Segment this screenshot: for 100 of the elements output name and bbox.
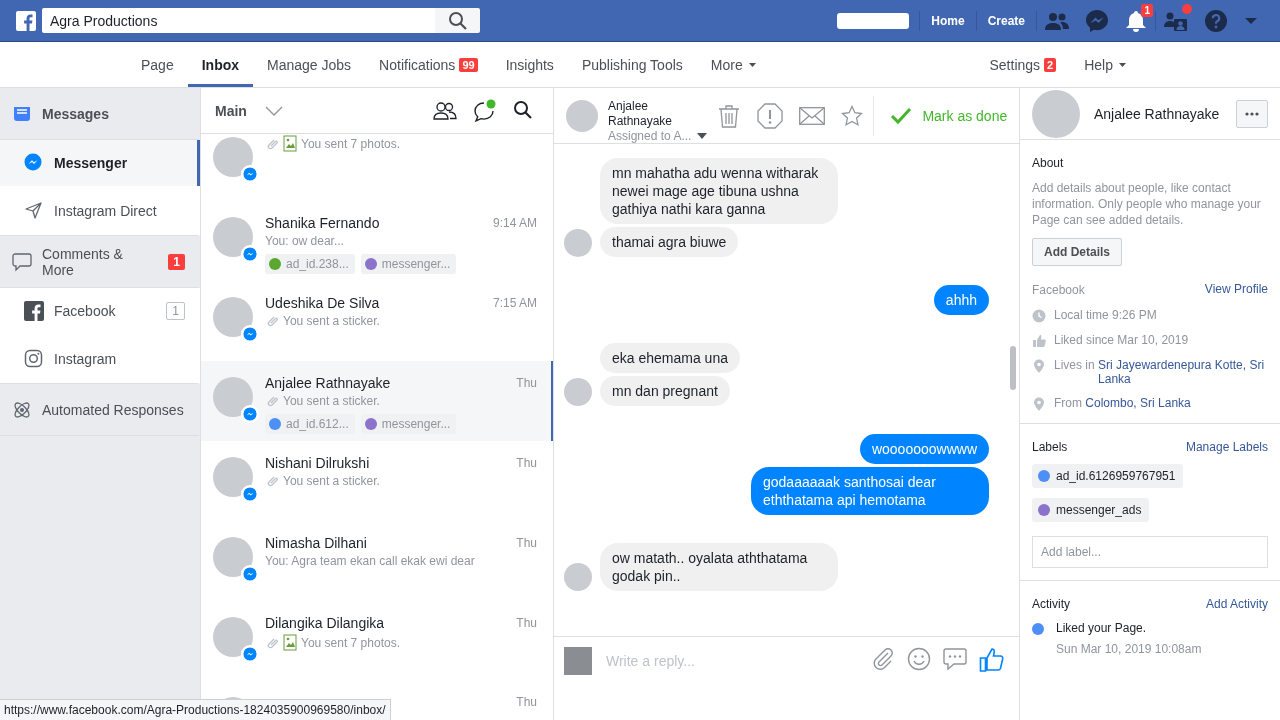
- message-time: 9:14 AM: [492, 216, 537, 230]
- trash-icon[interactable]: [717, 103, 742, 128]
- view-profile-link[interactable]: View Profile: [1204, 282, 1268, 298]
- avatar: [564, 229, 592, 257]
- message-bubble: mn mahatha adu wenna witharak newei mage age tibuna ushna gathiya nathi kara ganna: [600, 158, 838, 224]
- search-icon: [447, 10, 468, 31]
- sidebar-item[interactable]: Messenger: [0, 140, 200, 186]
- sidebar-item[interactable]: Instagram Direct: [0, 186, 200, 236]
- avatar: [213, 137, 253, 177]
- nav-link[interactable]: Home: [920, 13, 976, 28]
- facebook-icon: [24, 301, 44, 321]
- messenger-icon[interactable]: [1085, 8, 1109, 33]
- instagram-icon: [24, 348, 44, 369]
- nav-tab[interactable]: Help: [1070, 45, 1140, 87]
- messenger-icon: [241, 645, 259, 663]
- paperclip-icon: [265, 314, 279, 328]
- scrollbar[interactable]: [1010, 346, 1016, 390]
- activity-time: Sun Mar 10, 2019 10:08am: [1056, 641, 1202, 657]
- paperclip-icon: [265, 474, 279, 488]
- info-text: Liked since Mar 10, 2019: [1054, 333, 1189, 347]
- nav-tab[interactable]: More: [696, 45, 770, 87]
- info-text: Lives in: [1054, 358, 1096, 372]
- avatar: [213, 377, 253, 417]
- envelope-icon[interactable]: [799, 106, 826, 125]
- conversation-item[interactable]: Nishani Dilrukshi Thu You sent a sticker.: [201, 441, 553, 521]
- filter-dropdown[interactable]: Main: [215, 102, 283, 119]
- message-bubble: ow matath.. oyalata aththatama godak pin..: [600, 543, 838, 591]
- avatar: [213, 537, 253, 577]
- caret-icon: [748, 62, 756, 67]
- location-pin-icon: [1032, 397, 1046, 411]
- sidebar-item[interactable]: Facebook 1: [0, 288, 200, 334]
- more-icon: [1245, 111, 1259, 116]
- contact-name: Nimasha Dilhani: [265, 535, 367, 551]
- about-text: Add details about people, like contact information. Only people who manage your Page can see added details.: [1032, 180, 1262, 228]
- search-field[interactable]: Agra Productions: [42, 8, 435, 33]
- contact-name: Udeshika De Silva: [265, 295, 380, 311]
- star-icon[interactable]: [841, 104, 864, 127]
- conversation-item[interactable]: Udeshika De Silva 7:15 AM You sent a sticker.: [201, 281, 553, 361]
- sticker-thumbnail[interactable]: [564, 647, 592, 675]
- count-badge: 99: [459, 57, 478, 72]
- alert-dot: [1182, 3, 1192, 14]
- facebook-logo[interactable]: [16, 10, 36, 31]
- place-link[interactable]: Colombo, Sri Lanka: [1085, 396, 1268, 410]
- info-text: Local time 9:26 PM: [1054, 308, 1157, 322]
- reply-field[interactable]: Write a reply...: [604, 647, 859, 675]
- thumbs-up-icon[interactable]: [979, 647, 1005, 673]
- sidebar-item[interactable]: Instagram: [0, 334, 200, 384]
- paperclip-icon: [265, 394, 279, 408]
- nav-link[interactable]: Create: [976, 13, 1036, 28]
- label-tag[interactable]: messenger_ads: [1032, 498, 1150, 522]
- message-bubble: godaaaaaak santhosai dear eththatama api hemotama: [751, 467, 989, 515]
- nav-tab[interactable]: Settings 2: [975, 45, 1071, 87]
- chat-bubble-icon[interactable]: [473, 98, 497, 123]
- search-button[interactable]: [435, 8, 480, 33]
- help-icon[interactable]: [1204, 8, 1228, 33]
- sidebar-item[interactable]: Automated Responses: [0, 384, 200, 436]
- section-title: Activity: [1032, 597, 1070, 611]
- message-bubble: wooooooowwww: [859, 434, 989, 464]
- message-time: 7:15 AM: [492, 296, 537, 310]
- messenger-icon: [24, 153, 44, 173]
- message-time: Thu: [516, 376, 537, 390]
- message-time: Thu: [516, 456, 537, 470]
- manage-labels-link[interactable]: Manage Labels: [1185, 440, 1268, 454]
- message-bubble: ahhh: [933, 285, 989, 315]
- message-preview: You: Agra team ekan call ekak ewi dear: [265, 554, 475, 568]
- count-badge: 2: [1044, 57, 1057, 72]
- contact-name: Dilangika Dilangika: [265, 615, 385, 631]
- bell-icon[interactable]: [1125, 9, 1147, 32]
- message-preview: You sent a sticker.: [283, 314, 380, 328]
- alert-icon[interactable]: [757, 102, 784, 129]
- add-label-field[interactable]: Add label...: [1032, 536, 1268, 568]
- avatar: [213, 617, 253, 657]
- paperclip-icon[interactable]: [871, 647, 895, 671]
- nav-tab[interactable]: Publishing Tools: [567, 45, 697, 87]
- message-bubble: eka ehemama una: [600, 343, 740, 373]
- nav-tab[interactable]: Notifications 99: [365, 45, 492, 87]
- contact-name: Anjalee Rathnayake: [265, 375, 391, 391]
- dropdown-caret-icon[interactable]: [1244, 16, 1258, 25]
- message-preview: You: ow dear...: [265, 234, 344, 248]
- friends-icon[interactable]: [1045, 10, 1069, 31]
- place-link[interactable]: Sri Jayewardenepura Kotte, Sri Lanka: [1098, 358, 1268, 386]
- nav-tab[interactable]: Manage Jobs: [253, 45, 366, 87]
- nav-tab[interactable]: Insights: [491, 45, 568, 87]
- activity-text: Liked your Page.: [1056, 621, 1148, 635]
- photo-icon: [283, 135, 297, 152]
- nav-tab[interactable]: Page: [127, 45, 188, 87]
- smiley-icon[interactable]: [907, 647, 931, 671]
- add-activity-link[interactable]: Add Activity: [1205, 597, 1268, 611]
- atom-icon: [12, 399, 32, 420]
- conversation-item[interactable]: Dilangika Dilangika Thu You sent 7 photos.: [201, 601, 553, 681]
- activity-dot: [1032, 623, 1044, 635]
- clock-icon: [1032, 309, 1046, 323]
- add-details-button[interactable]: Add Details: [1032, 238, 1122, 266]
- people-icon[interactable]: [433, 100, 457, 121]
- section-title: Labels: [1032, 440, 1068, 454]
- messenger-icon: [241, 405, 259, 423]
- more-button[interactable]: [1236, 99, 1268, 128]
- label-tag[interactable]: ad_id.6126959767951: [1032, 464, 1184, 488]
- conversation-item[interactable]: Nimasha Dilhani Thu You: Agra team ekan call ekak ewi dear: [201, 521, 553, 601]
- message-bubble: mn dan pregnant: [600, 376, 730, 406]
